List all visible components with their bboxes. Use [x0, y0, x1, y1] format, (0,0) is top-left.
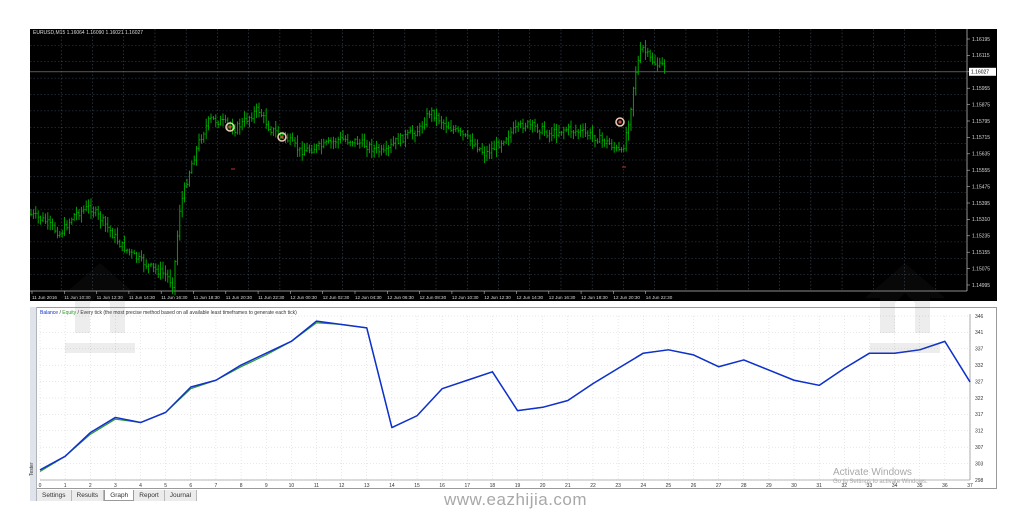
- balance-equity-chart: 3463413373323273223173123073032980 1 2 3 4 5 6…: [39, 314, 984, 489]
- x-tick-label: 10: [289, 483, 295, 489]
- activate-windows-notice: Activate Windows Go to Settings to activ…: [833, 467, 928, 485]
- x-tick-label: 23: [615, 483, 621, 489]
- price-label: 1.15555: [972, 168, 990, 174]
- price-label: 1.16195: [972, 37, 990, 43]
- x-tick-label: 27: [716, 483, 722, 489]
- time-label: 12 Jun 20:30: [613, 295, 640, 300]
- x-tick-label: 14: [389, 483, 395, 489]
- time-label: 12 Jun 02:30: [323, 295, 350, 300]
- price-label: 1.15715: [972, 135, 990, 141]
- price-label: 1.15955: [972, 86, 990, 92]
- x-tick-label: 16: [439, 483, 445, 489]
- time-label: 11 Jun 22:30: [258, 295, 285, 300]
- time-label: 11 Jun 20:30: [226, 295, 253, 300]
- x-tick-label: 28: [741, 483, 747, 489]
- x-tick-label: 7: [215, 483, 218, 489]
- time-label: 12 Jun 18:30: [581, 295, 608, 300]
- activate-windows-title: Activate Windows: [833, 467, 912, 478]
- x-tick-label: 1: [64, 483, 67, 489]
- x-tick-label: 3: [114, 483, 117, 489]
- site-watermark: www.eazhijia.com: [443, 490, 588, 509]
- y-tick-label: 322: [975, 396, 984, 402]
- y-tick-label: 303: [975, 461, 984, 467]
- x-tick-label: 12: [339, 483, 345, 489]
- x-tick-label: 30: [791, 483, 797, 489]
- x-tick-label: 15: [414, 483, 420, 489]
- price-label: 1.15155: [972, 250, 990, 256]
- x-tick-label: 6: [189, 483, 192, 489]
- x-tick-label: 2: [89, 483, 92, 489]
- time-label: 12 Jun 10:30: [452, 295, 479, 300]
- y-tick-label: 337: [975, 347, 984, 353]
- watermark-logo-left: [60, 263, 140, 353]
- x-tick-label: 26: [691, 483, 697, 489]
- price-label: 1.15635: [972, 152, 990, 158]
- equity-line: [39, 322, 971, 473]
- x-tick-label: 21: [565, 483, 571, 489]
- trade-marker-dot: [280, 135, 284, 139]
- time-label: 12 Jun 00:30: [290, 295, 317, 300]
- x-tick-label: 0: [39, 483, 42, 489]
- x-tick-label: 19: [515, 483, 521, 489]
- watermark-logo-right: [865, 263, 945, 353]
- time-label: 12 Jun 16:30: [549, 295, 576, 300]
- activate-windows-subtext: Go to Settings to activate Windows.: [833, 479, 928, 485]
- price-label: 1.15310: [972, 217, 990, 223]
- time-label: 11 Jun 18:30: [194, 295, 221, 300]
- trade-marker-dot: [618, 120, 622, 124]
- x-tick-label: 31: [816, 483, 822, 489]
- x-tick-label: 5: [164, 483, 167, 489]
- tester-graph-panel[interactable]: 346 341 337 332 327 322 317 312 307 303 298 0 1 2 3 4 5 6…: [30, 307, 997, 489]
- x-tick-label: 29: [766, 483, 772, 489]
- x-tick-label: 17: [465, 483, 471, 489]
- y-tick-label: 298: [975, 478, 984, 484]
- price-label: 1.14995: [972, 283, 990, 289]
- time-label: 12 Jun 06:30: [387, 295, 414, 300]
- price-label: 1.15395: [972, 201, 990, 207]
- price-label: 1.16115: [972, 53, 990, 59]
- time-label: 12 Jun 04:30: [355, 295, 382, 300]
- y-tick-label: 312: [975, 429, 984, 435]
- trade-marker-dot: [228, 125, 232, 129]
- current-price-label: 1.16027: [971, 70, 989, 76]
- symbol-info: EURUSD,M15 1.16064 1.16090 1.16021 1.160…: [33, 30, 144, 36]
- price-chart[interactable]: 1.16195 1.16115 1.16027 1.15955 1.15875 1.157…: [30, 29, 997, 301]
- y-tick-label: 317: [975, 412, 984, 418]
- time-label: 11 Jun 16:30: [161, 295, 188, 300]
- price-chart-panel[interactable]: 1.16195 1.16115 1.16027 1.15955 1.15875 1.157…: [30, 29, 997, 301]
- x-tick-label: 11: [314, 483, 319, 489]
- time-label: 14 Jun 22:30: [646, 295, 673, 300]
- x-tick-label: 24: [640, 483, 646, 489]
- y-tick-label: 346: [975, 314, 984, 320]
- balance-line: [39, 320, 971, 471]
- time-label: 11 Jun 2016: [32, 295, 57, 300]
- price-label: 1.15235: [972, 234, 990, 240]
- time-label: 12 Jun 08:30: [420, 295, 447, 300]
- x-tick-label: 18: [490, 483, 496, 489]
- time-label: 12 Jun 14:30: [517, 295, 544, 300]
- x-tick-label: 20: [540, 483, 546, 489]
- y-tick-label: 307: [975, 445, 984, 451]
- x-tick-label: 13: [364, 483, 370, 489]
- y-tick-label: 332: [975, 363, 984, 369]
- time-label: 12 Jun 12:30: [484, 295, 511, 300]
- y-tick-label: 327: [975, 379, 984, 385]
- tester-side-label: Tester: [29, 462, 35, 476]
- price-label: 1.15475: [972, 184, 990, 190]
- x-tick-label: 37: [967, 483, 973, 489]
- price-label: 1.15075: [972, 266, 990, 272]
- x-tick-label: 36: [942, 483, 948, 489]
- x-tick-label: 22: [590, 483, 596, 489]
- x-tick-label: 4: [139, 483, 142, 489]
- price-label: 1.15875: [972, 102, 990, 108]
- y-tick-label: 341: [975, 330, 984, 336]
- x-tick-label: 9: [265, 483, 268, 489]
- price-label: 1.15795: [972, 119, 990, 125]
- x-tick-label: 8: [240, 483, 243, 489]
- x-tick-label: 25: [666, 483, 672, 489]
